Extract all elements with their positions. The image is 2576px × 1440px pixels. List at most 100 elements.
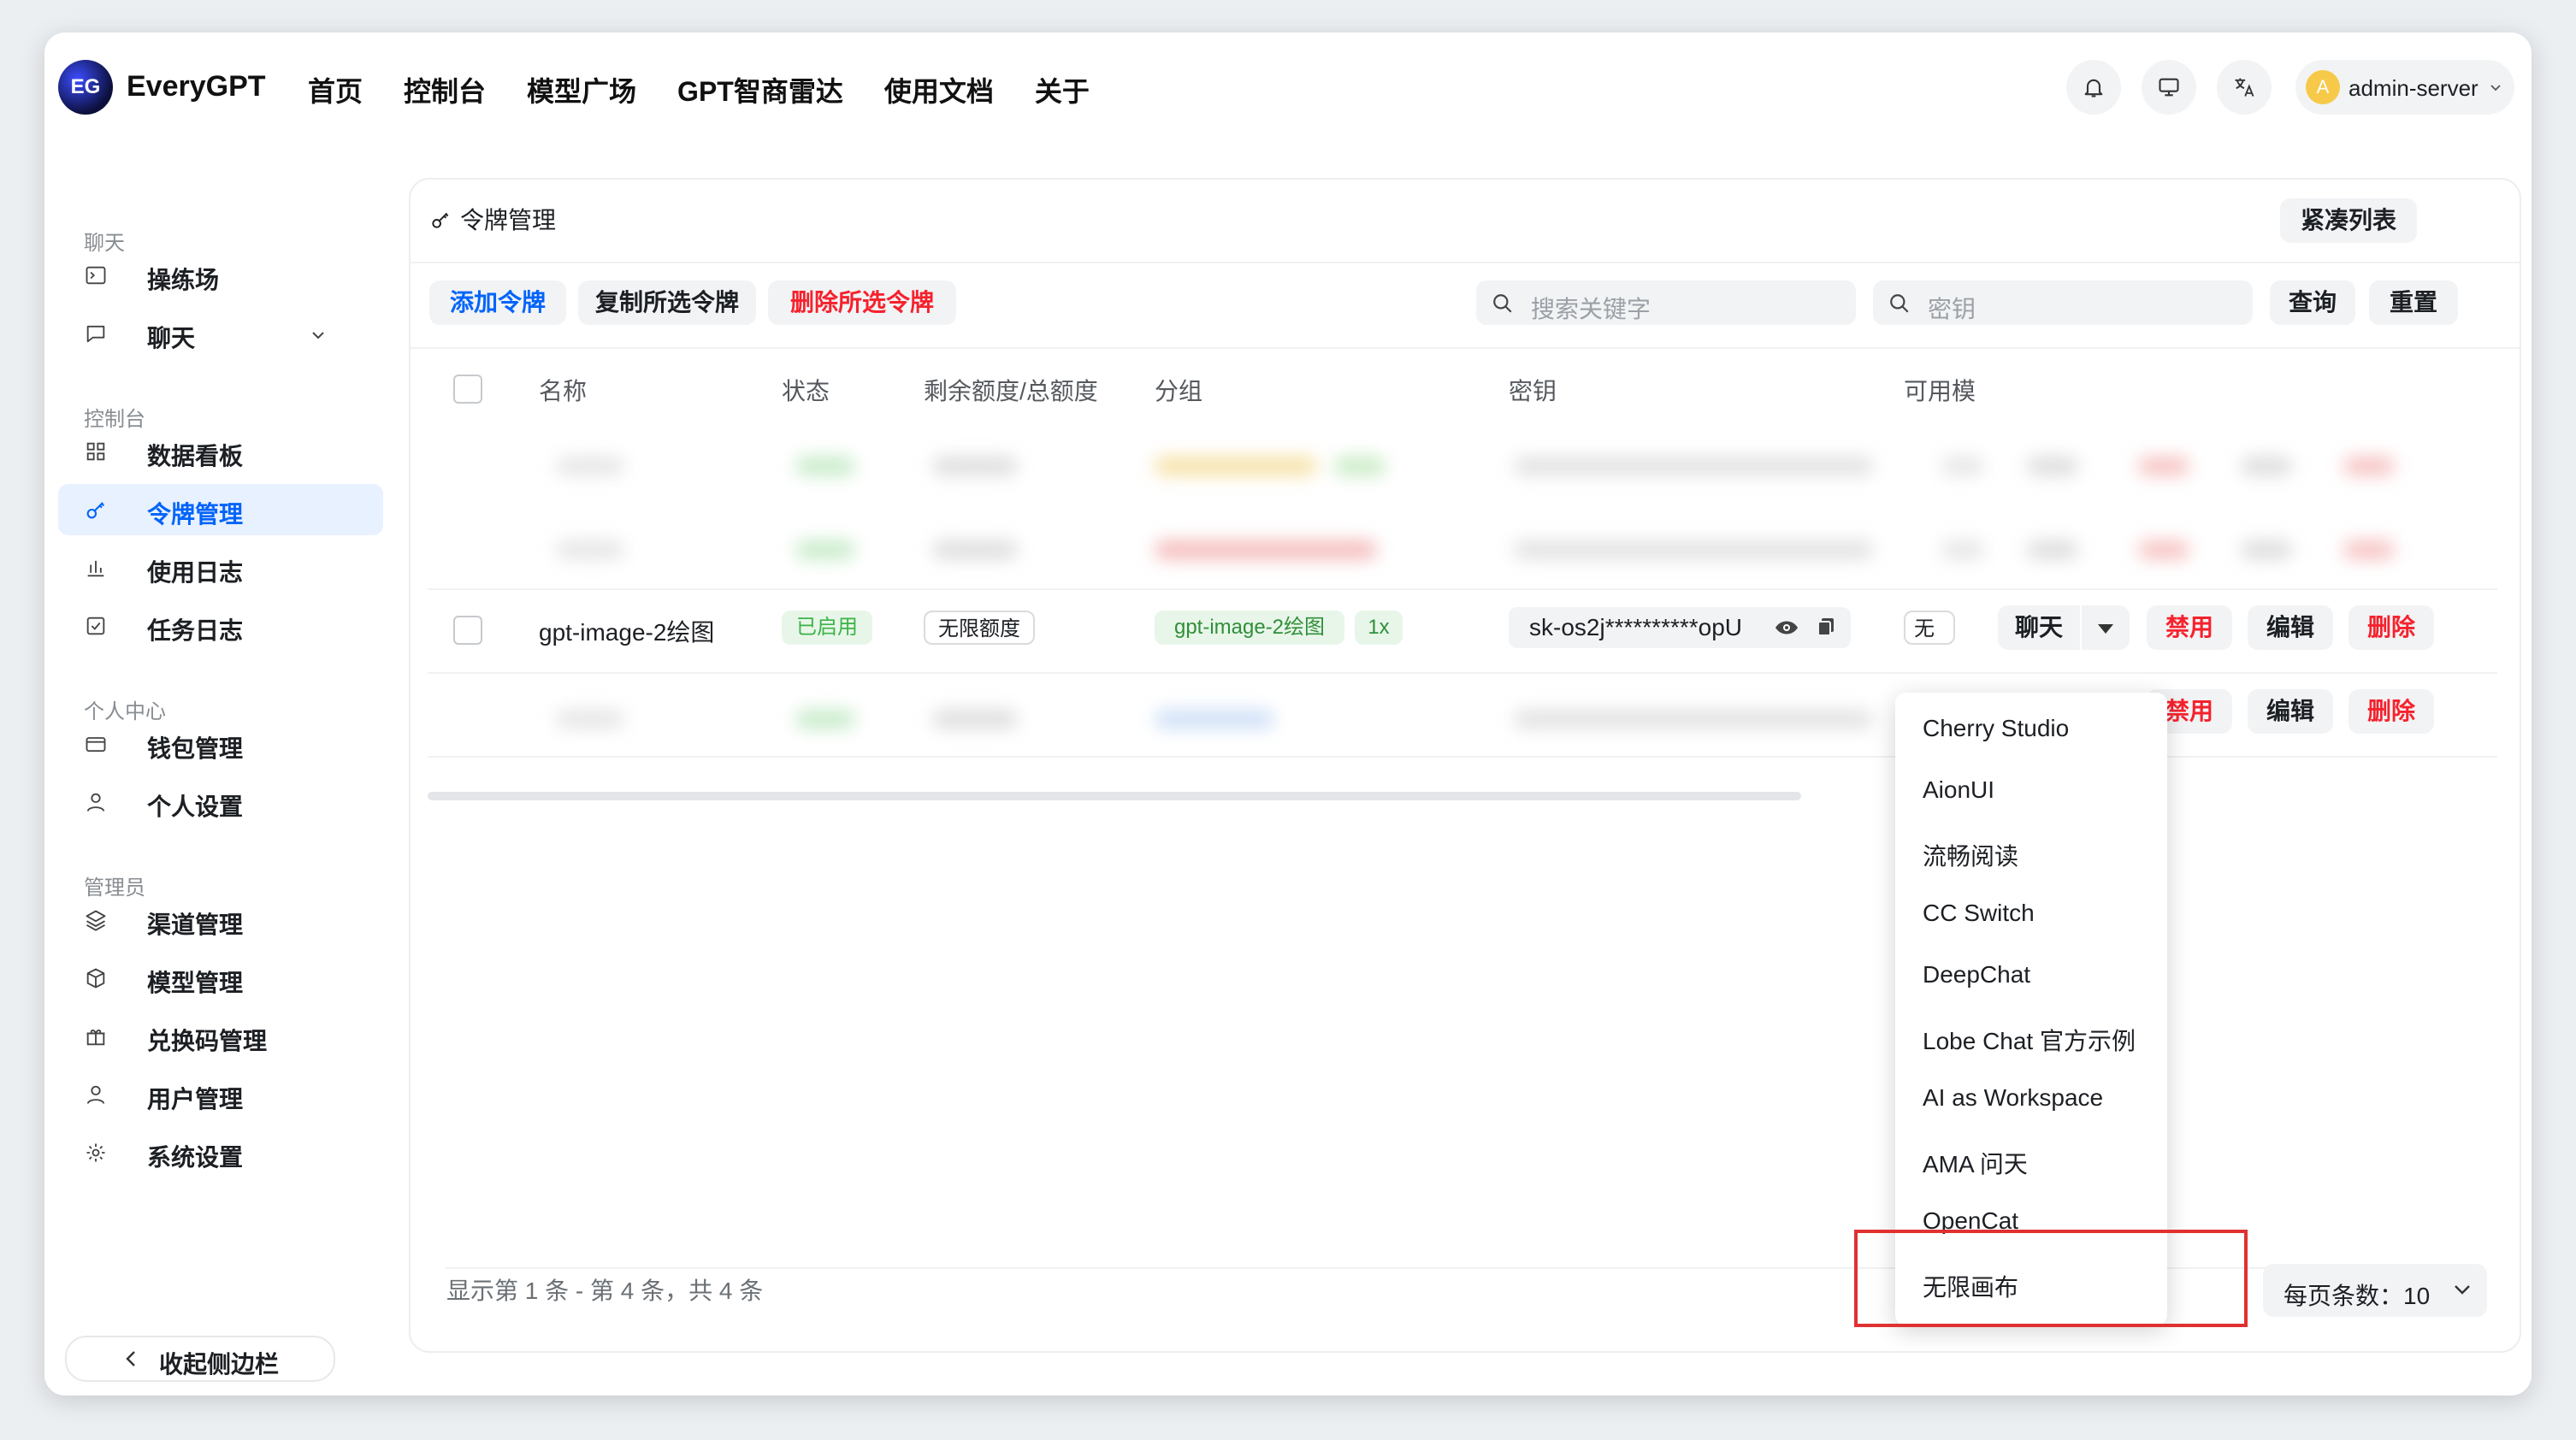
sidebar-item-users[interactable]: 用户管理 [58, 1069, 383, 1120]
sidebar-item-redeem[interactable]: 兑换码管理 [58, 1011, 383, 1062]
app-window: EG EveryGPT 首页 控制台 模型广场 GPT智商雷达 使用文档 关于 … [44, 32, 2532, 1396]
menu-item-fluent-reader[interactable]: 流畅阅读 [1923, 838, 2018, 872]
chat-dropdown-toggle[interactable] [2082, 605, 2130, 650]
masked-key: sk-os2j**********opU [1529, 614, 1743, 640]
display-button[interactable] [2142, 60, 2196, 115]
sidebar-item-chat[interactable]: 聊天 [58, 308, 383, 359]
language-button[interactable] [2217, 60, 2272, 115]
user-menu[interactable]: A admin-server [2295, 60, 2514, 115]
sidebar-item-channels[interactable]: 渠道管理 [58, 894, 383, 946]
edit-button[interactable]: 编辑 [2248, 605, 2333, 650]
sidebar-item-tokens[interactable]: 令牌管理 [58, 484, 383, 535]
delete-button[interactable]: 删除 [2349, 605, 2434, 650]
menu-item-ai-as-workspace[interactable]: AI as Workspace [1923, 1084, 2103, 1112]
select-all-checkbox[interactable] [453, 375, 482, 404]
token-management-card: 令牌管理 紧凑列表 添加令牌 复制所选令牌 删除所选令牌 搜索关键字 密钥 查询… [409, 178, 2521, 1353]
sidebar-item-models[interactable]: 模型管理 [58, 953, 383, 1004]
grid-icon [86, 442, 105, 461]
caret-down-icon [2098, 624, 2113, 634]
column-quota[interactable]: 剩余额度/总额度 [924, 373, 1098, 407]
page-size-select[interactable]: 每页条数：10 [2263, 1264, 2487, 1317]
nav-home[interactable]: 首页 [308, 70, 363, 109]
copy-icon[interactable] [1817, 617, 1835, 637]
menu-item-deepchat[interactable]: DeepChat [1923, 961, 2030, 989]
column-name[interactable]: 名称 [539, 373, 587, 407]
sidebar-item-system[interactable]: 系统设置 [58, 1127, 383, 1178]
sidebar-label: 渠道管理 [147, 912, 244, 938]
column-group[interactable]: 分组 [1155, 373, 1202, 407]
table-row-blurred [436, 513, 2472, 585]
layers-icon [86, 910, 106, 931]
key-icon [86, 502, 105, 519]
highlight-box [1854, 1230, 2248, 1327]
nav-iq-radar[interactable]: GPT智商雷达 [677, 70, 843, 109]
row-divider [428, 756, 2497, 758]
nav-docs[interactable]: 使用文档 [884, 70, 994, 109]
translate-icon [2235, 78, 2254, 97]
nav-about[interactable]: 关于 [1035, 70, 1090, 109]
page-title: 令牌管理 [429, 202, 556, 236]
sidebar-label: 任务日志 [147, 617, 244, 644]
brand-name[interactable]: EveryGPT [127, 70, 266, 103]
divider [411, 262, 2520, 263]
sidebar-label: 聊天 [147, 325, 196, 351]
ratio-badge: 1x [1355, 611, 1403, 645]
column-status[interactable]: 状态 [782, 373, 830, 407]
add-token-button[interactable]: 添加令牌 [429, 280, 566, 325]
compact-list-button[interactable]: 紧凑列表 [2280, 198, 2417, 243]
horizontal-scrollbar[interactable] [428, 792, 1801, 800]
user-name: admin-server [2349, 75, 2479, 101]
eye-icon[interactable] [1774, 619, 1799, 636]
sidebar-label: 操练场 [147, 267, 220, 293]
sidebar-label: 令牌管理 [147, 501, 244, 528]
row-checkbox[interactable] [453, 616, 482, 645]
table-row-blurred [436, 429, 2472, 501]
terminal-icon [86, 266, 106, 285]
sidebar-label: 个人设置 [147, 794, 244, 820]
edit-button[interactable]: 编辑 [2248, 689, 2333, 734]
gear-icon [86, 1143, 105, 1162]
menu-item-ama[interactable]: AMA 问天 [1923, 1146, 2028, 1180]
sidebar-item-playground[interactable]: 操练场 [58, 250, 383, 301]
bar-chart-icon [87, 560, 104, 577]
nav-console[interactable]: 控制台 [404, 70, 486, 109]
search-keyword-input[interactable]: 搜索关键字 [1476, 280, 1856, 325]
sidebar-label: 兑换码管理 [147, 1028, 268, 1054]
sidebar-item-usage-log[interactable]: 使用日志 [58, 542, 383, 593]
status-badge: 已启用 [782, 611, 872, 645]
sidebar-item-settings[interactable]: 个人设置 [58, 776, 383, 828]
query-button[interactable]: 查询 [2270, 280, 2355, 325]
collapse-sidebar-button[interactable]: 收起侧边栏 [65, 1336, 335, 1382]
pagination-info: 显示第 1 条 - 第 4 条，共 4 条 [446, 1278, 764, 1304]
menu-item-lobe-chat[interactable]: Lobe Chat 官方示例 [1923, 1023, 2136, 1057]
column-models[interactable]: 可用模 [1904, 373, 1976, 407]
reset-button[interactable]: 重置 [2369, 280, 2458, 325]
sidebar-item-wallet[interactable]: 钱包管理 [58, 718, 383, 770]
chat-button[interactable]: 聊天 [1998, 605, 2080, 650]
notification-button[interactable] [2066, 60, 2121, 115]
menu-item-cc-switch[interactable]: CC Switch [1923, 900, 2035, 927]
row-divider [428, 588, 2497, 590]
search-key-input[interactable]: 密钥 [1873, 280, 2253, 325]
delete-selected-button[interactable]: 删除所选令牌 [768, 280, 956, 325]
group-badge: gpt-image-2绘图 [1155, 611, 1344, 645]
sidebar-label: 数据看板 [147, 443, 244, 469]
divider [411, 347, 2520, 349]
delete-button[interactable]: 删除 [2349, 689, 2434, 734]
menu-item-aionui[interactable]: AionUI [1923, 776, 1994, 804]
sidebar-item-dashboard[interactable]: 数据看板 [58, 426, 383, 477]
chat-bubble-icon [86, 325, 105, 343]
avatar: A [2306, 70, 2340, 104]
wallet-icon [86, 737, 106, 752]
user-icon [86, 1085, 105, 1104]
sidebar: 聊天 操练场 聊天 控制台 数据看板 令牌管理 使用日志 任务日志 个人中心 钱… [44, 149, 404, 1396]
column-key[interactable]: 密钥 [1509, 373, 1557, 407]
disable-button[interactable]: 禁用 [2147, 605, 2232, 650]
brand-logo[interactable]: EG [58, 60, 113, 115]
copy-selected-button[interactable]: 复制所选令牌 [578, 280, 756, 325]
top-header: EG EveryGPT 首页 控制台 模型广场 GPT智商雷达 使用文档 关于 … [44, 32, 2532, 149]
nav-models[interactable]: 模型广场 [527, 70, 636, 109]
chevron-down-icon [312, 332, 324, 339]
menu-item-cherry-studio[interactable]: Cherry Studio [1923, 715, 2069, 742]
sidebar-item-task-log[interactable]: 任务日志 [58, 600, 383, 652]
